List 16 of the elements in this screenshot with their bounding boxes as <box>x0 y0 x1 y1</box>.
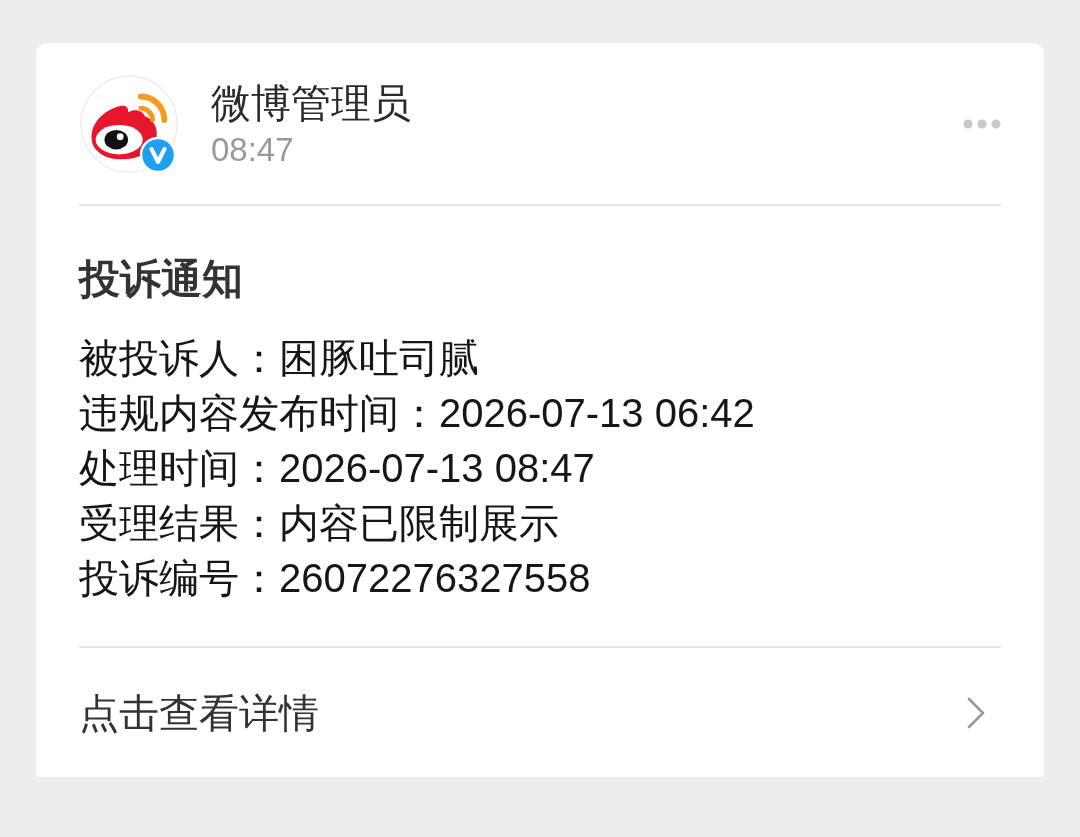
detail-value: 26072276327558 <box>279 556 591 600</box>
sender-name: 微博管理员 <box>211 80 411 127</box>
detail-label: 投诉编号： <box>79 556 279 600</box>
chevron-right-icon[interactable] <box>967 697 985 729</box>
detail-label: 被投诉人： <box>79 336 279 380</box>
view-details-link[interactable]: 点击查看详情 <box>79 685 319 741</box>
detail-label: 受理结果： <box>79 501 279 545</box>
detail-value: 2026-07-13 08:47 <box>279 446 595 490</box>
notice-title: 投诉通知 <box>79 255 244 304</box>
detail-value: 困豚吐司腻 <box>279 336 479 380</box>
detail-value: 内容已限制展示 <box>279 501 559 545</box>
more-icon[interactable] <box>963 119 1001 129</box>
detail-value: 2026-07-13 06:42 <box>439 391 755 435</box>
detail-label: 违规内容发布时间： <box>79 391 439 435</box>
message-time: 08:47 <box>211 130 295 170</box>
detail-label: 处理时间： <box>79 446 279 490</box>
